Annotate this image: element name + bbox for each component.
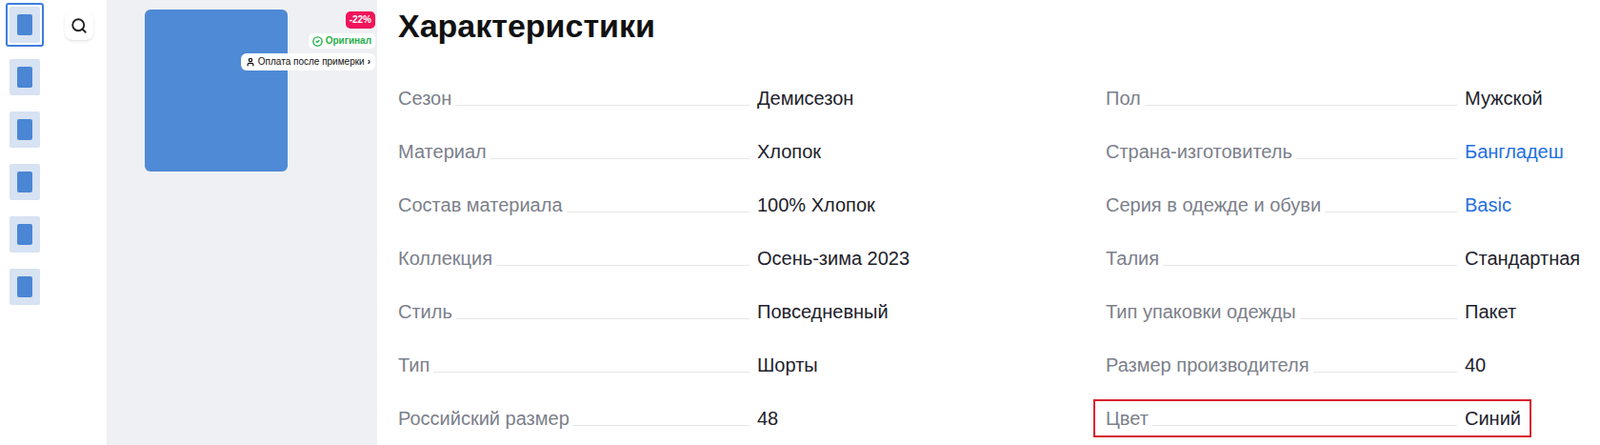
characteristic-value: Стандартная (1464, 245, 1580, 271)
characteristic-value: Шорты (757, 352, 819, 378)
characteristics-column: Пол Мужской Страна-изготовитель Бангладеш Се… (1105, 71, 1597, 445)
characteristic-value: Пакет (1464, 299, 1517, 324)
characteristic: Тип Шорты (385, 345, 829, 384)
characteristic-value: Демисезон (757, 85, 854, 111)
product-photo: -22% Оригинал Оплата после примерки› (106, 0, 378, 445)
leader-line (1144, 104, 1458, 106)
characteristic-link[interactable]: Basic (1464, 192, 1512, 218)
characteristic: Сезон Демисезон (385, 79, 864, 118)
leader-line (455, 104, 750, 106)
characteristic-value: 48 (757, 405, 779, 431)
characteristic-row: Размер производителя 40 (1105, 338, 1597, 392)
thumbnail[interactable] (5, 160, 44, 204)
characteristic-row: Тип упаковки одежды Пакет (1105, 284, 1597, 339)
characteristic-row: Российский размер 48 (398, 391, 1044, 445)
characteristic: Тип упаковки одежды Пакет (1093, 292, 1527, 331)
characteristic-row: Тип Шорты (398, 338, 1044, 392)
leader-line (433, 371, 750, 373)
thumbnail[interactable] (5, 107, 44, 152)
characteristic-label: Российский размер (398, 405, 570, 431)
thumbnail[interactable] (5, 264, 44, 309)
characteristic-row: Пол Мужской (1105, 71, 1597, 125)
characteristic-value: Осень-зима 2023 (757, 245, 910, 271)
characteristic: Российский размер 48 (385, 399, 789, 438)
characteristic: Пол Мужской (1093, 79, 1554, 118)
characteristic-value: 40 (1464, 352, 1486, 378)
characteristic-row: Серия в одежде и обуви Basic (1105, 178, 1597, 232)
characteristic: Коллекция Осень-зима 2023 (385, 239, 920, 278)
characteristic-value: 100% Хлопок (757, 192, 876, 218)
characteristics: Характеристики Сезон Демисезон Материал Хлоп… (398, 0, 1597, 445)
characteristic-value: Хлопок (757, 139, 821, 164)
characteristic-label: Талия (1105, 245, 1160, 271)
characteristic-label: Страна-изготовитель (1105, 139, 1293, 164)
characteristic-label: Тип (398, 352, 430, 378)
search-icon (70, 17, 88, 35)
characteristic: Стиль Повседневный (385, 292, 900, 331)
product-page: -22% Оригинал Оплата после примерки› Характ… (0, 0, 1600, 445)
characteristic-row: Стиль Повседневный (398, 284, 1044, 339)
payment-badge[interactable]: Оплата после примерки› (240, 53, 376, 71)
characteristic-label: Состав материала (398, 192, 563, 218)
characteristic: Талия Стандартная (1093, 239, 1591, 278)
characteristic-label: Цвет (1105, 405, 1149, 431)
characteristic: Материал Хлопок (385, 132, 832, 171)
leader-line (1300, 318, 1458, 320)
characteristic-label: Серия в одежде и обуви (1105, 192, 1321, 218)
characteristic-label: Материал (398, 139, 487, 164)
discount-badge: -22% (345, 11, 376, 29)
check-icon (312, 36, 323, 47)
characteristic-row: Страна-изготовитель Бангладеш (1105, 124, 1597, 179)
characteristic-row: Сезон Демисезон (398, 71, 1044, 125)
characteristic: Размер производителя 40 (1093, 345, 1497, 384)
leader-line (1313, 371, 1458, 373)
leader-line (490, 158, 750, 160)
characteristic-value: Мужской (1464, 85, 1543, 111)
characteristic-label: Пол (1105, 85, 1141, 111)
image-search-button[interactable] (64, 11, 94, 40)
characteristic: Состав материала 100% Хлопок (385, 185, 886, 224)
characteristic-link[interactable]: Бангладеш (1464, 139, 1564, 164)
characteristic-row: Цвет Синий (1105, 391, 1597, 445)
leader-line (1324, 211, 1458, 213)
leader-line (1152, 424, 1458, 426)
characteristic-label: Тип упаковки одежды (1105, 299, 1297, 324)
characteristic-label: Коллекция (398, 245, 493, 271)
characteristic-row: Коллекция Осень-зима 2023 (398, 231, 1044, 285)
leader-line (456, 318, 750, 320)
leader-line (566, 211, 750, 213)
thumbnail[interactable] (5, 55, 44, 100)
characteristic-value: Синий (1464, 405, 1521, 431)
highlighted-characteristic: Цвет Синий (1093, 399, 1532, 438)
characteristic-label: Сезон (398, 85, 452, 111)
characteristics-column: Сезон Демисезон Материал Хлопок Состав матер… (398, 71, 1044, 445)
characteristic: Страна-изготовитель Бангладеш (1093, 132, 1575, 171)
thumbnail[interactable] (5, 2, 44, 47)
characteristic: Серия в одежде и обуви Basic (1093, 185, 1522, 224)
characteristic-value: Повседневный (757, 299, 889, 324)
characteristic-row: Талия Стандартная (1105, 231, 1597, 285)
leader-line (1296, 158, 1458, 160)
characteristic-row: Состав материала 100% Хлопок (398, 178, 1044, 232)
thumbnail-list (0, 0, 60, 445)
original-badge: Оригинал (308, 33, 376, 49)
thumbnail[interactable] (5, 212, 44, 257)
characteristics-title: Характеристики (398, 0, 1597, 72)
leader-line (1162, 264, 1458, 266)
characteristic-label: Стиль (398, 299, 453, 324)
leader-line (496, 264, 750, 266)
person-icon (245, 57, 256, 67)
characteristic-label: Размер производителя (1105, 352, 1310, 378)
characteristic-row: Материал Хлопок (398, 124, 1044, 179)
leader-line (573, 424, 750, 426)
